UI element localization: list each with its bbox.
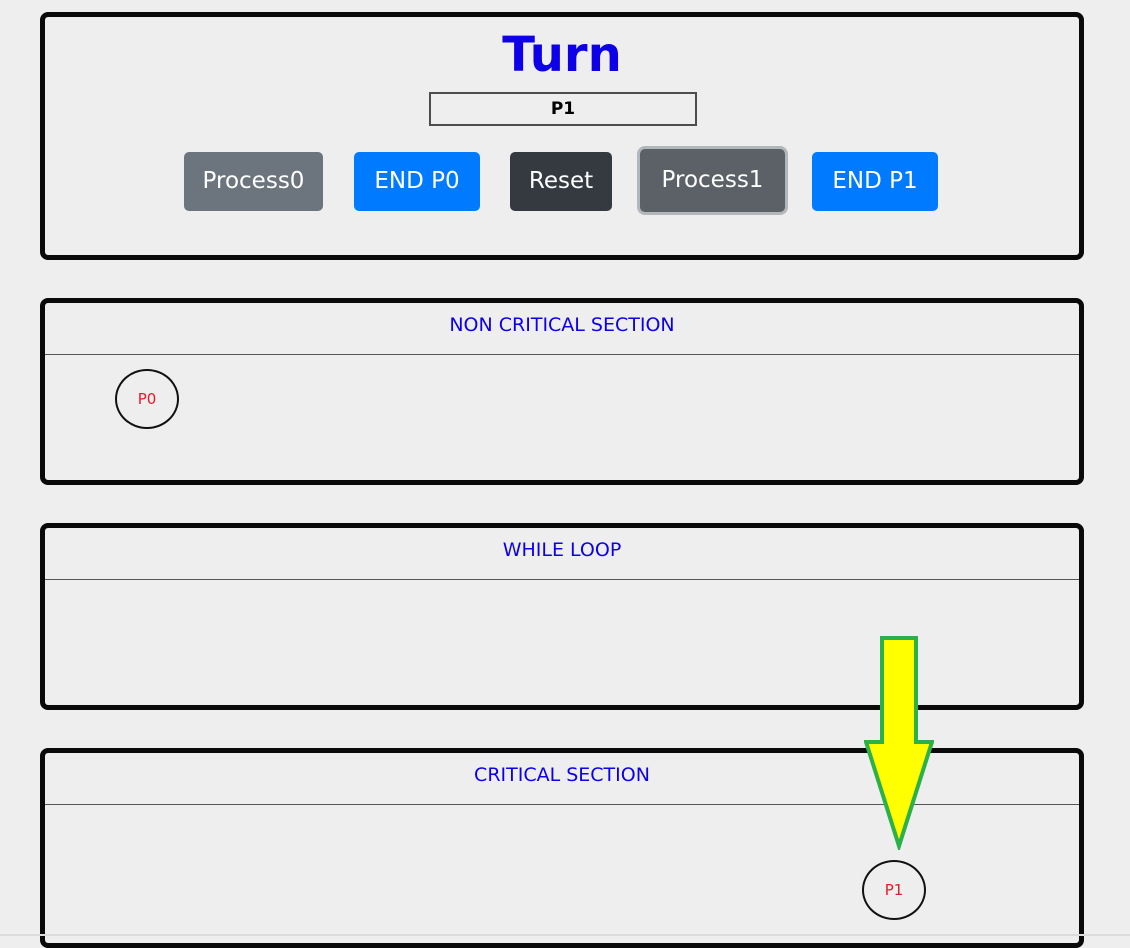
- turn-panel: Turn Process0 END P0 Reset Process1 END …: [40, 12, 1084, 260]
- non-critical-section-title: NON CRITICAL SECTION: [45, 303, 1079, 355]
- process0-button[interactable]: Process0: [184, 152, 323, 211]
- turn-title: Turn: [502, 27, 622, 83]
- process-p0-token: P0: [115, 369, 179, 429]
- process1-button[interactable]: Process1: [640, 149, 785, 212]
- turn-value-field[interactable]: [429, 92, 697, 126]
- end-p1-button[interactable]: END P1: [812, 152, 938, 211]
- end-p0-button[interactable]: END P0: [354, 152, 480, 211]
- while-loop-title: WHILE LOOP: [45, 528, 1079, 580]
- down-arrow-icon: [864, 636, 934, 850]
- process-p1-token: P1: [862, 860, 926, 920]
- non-critical-section-panel: NON CRITICAL SECTION P0: [40, 298, 1084, 485]
- reset-button[interactable]: Reset: [510, 152, 612, 211]
